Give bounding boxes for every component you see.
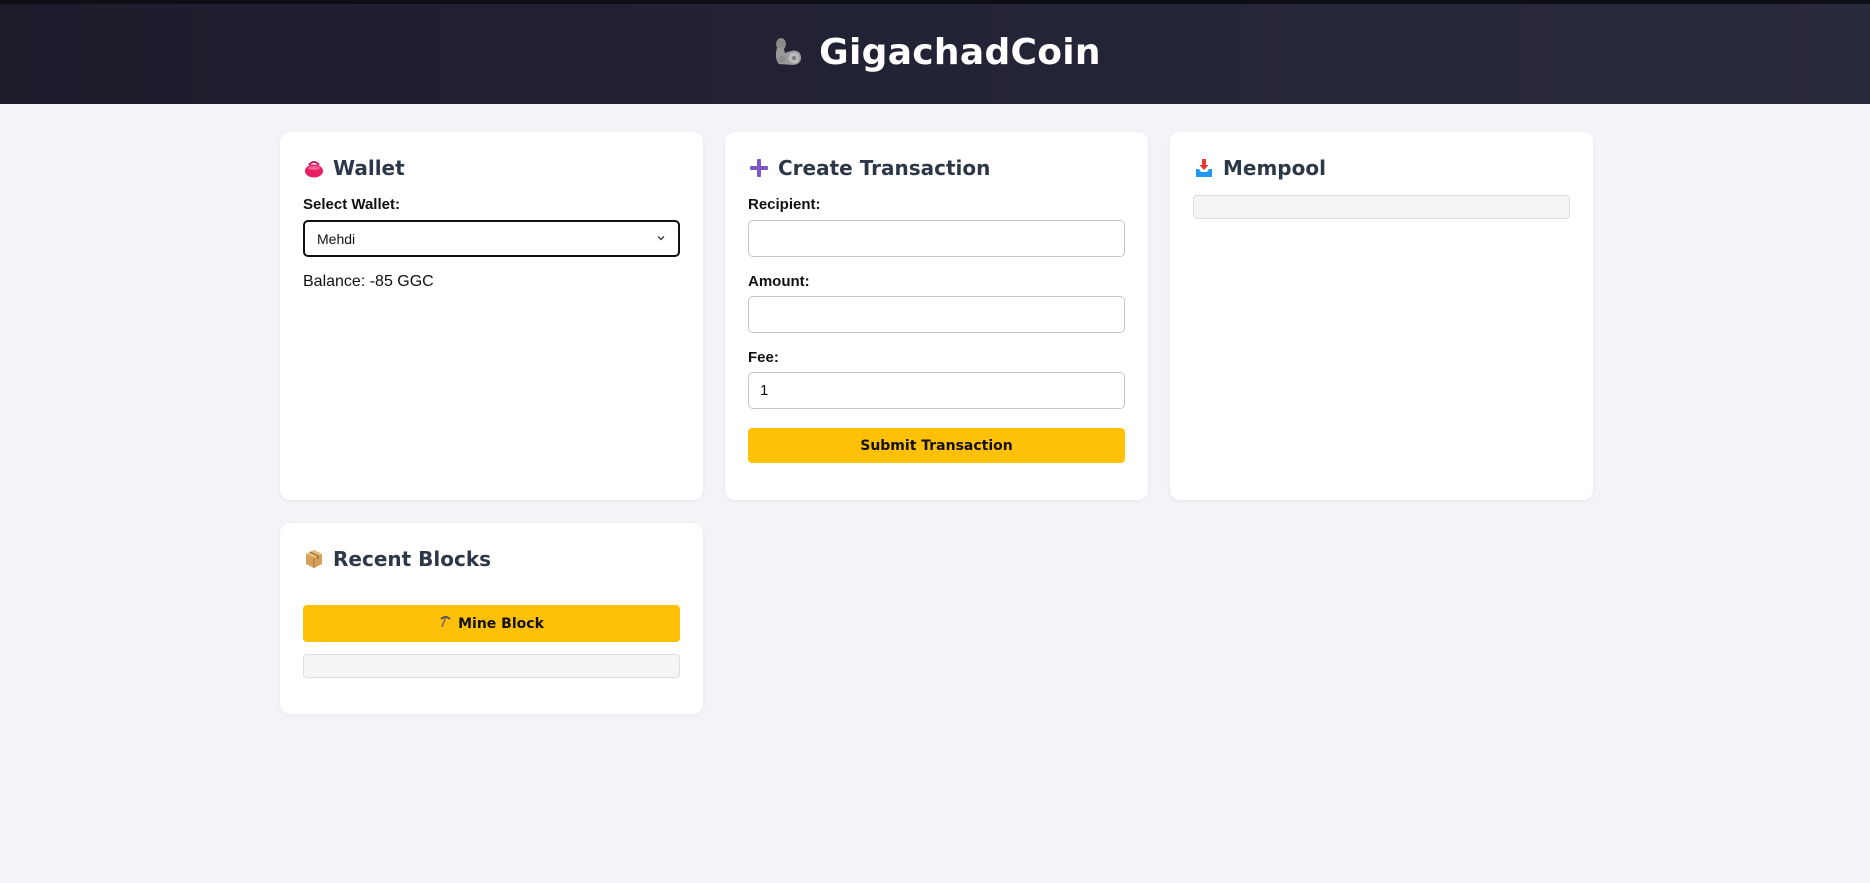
select-wallet-label: Select Wallet: (303, 196, 400, 213)
wallet-card: Wallet Select Wallet: Mehdi Balance: -85… (280, 132, 703, 500)
mempool-card: Mempool (1170, 132, 1593, 500)
fee-label: Fee: (748, 349, 779, 366)
transaction-card: Create Transaction Recipient: Amount: Fe… (725, 132, 1148, 500)
blocks-title-text: Recent Blocks (333, 547, 492, 571)
blocks-list (303, 654, 680, 678)
flexed-bicep-icon (769, 34, 805, 70)
wallet-title-text: Wallet (333, 156, 405, 180)
app-header: GigachadCoin (0, 0, 1870, 104)
recipient-input[interactable] (748, 220, 1125, 257)
wallet-select-value: Mehdi (317, 230, 356, 247)
app-title: GigachadCoin (819, 31, 1101, 73)
chevron-down-icon (656, 232, 666, 246)
amount-input[interactable] (748, 296, 1125, 333)
transaction-title-text: Create Transaction (778, 156, 991, 180)
mine-block-button[interactable]: Mine Block (303, 605, 680, 642)
wallet-card-title: Wallet (303, 156, 405, 180)
purse-icon (303, 157, 325, 179)
submit-transaction-button[interactable]: Submit Transaction (748, 428, 1125, 463)
wallet-balance: Balance: -85 GGC (303, 273, 434, 290)
mempool-list (1193, 195, 1570, 219)
package-icon (303, 548, 325, 570)
amount-label: Amount: (748, 273, 810, 290)
plus-icon (748, 157, 770, 179)
fee-input[interactable]: 1 (748, 372, 1125, 409)
recipient-label: Recipient: (748, 196, 821, 213)
blocks-card: Recent Blocks Mine Block (280, 523, 703, 714)
pick-icon (439, 615, 452, 632)
blocks-card-title: Recent Blocks (303, 547, 491, 571)
inbox-tray-icon (1193, 157, 1215, 179)
mempool-card-title: Mempool (1193, 156, 1326, 180)
mine-block-label: Mine Block (458, 615, 544, 632)
wallet-select[interactable]: Mehdi (303, 220, 680, 257)
mempool-title-text: Mempool (1223, 156, 1326, 180)
transaction-card-title: Create Transaction (748, 156, 990, 180)
